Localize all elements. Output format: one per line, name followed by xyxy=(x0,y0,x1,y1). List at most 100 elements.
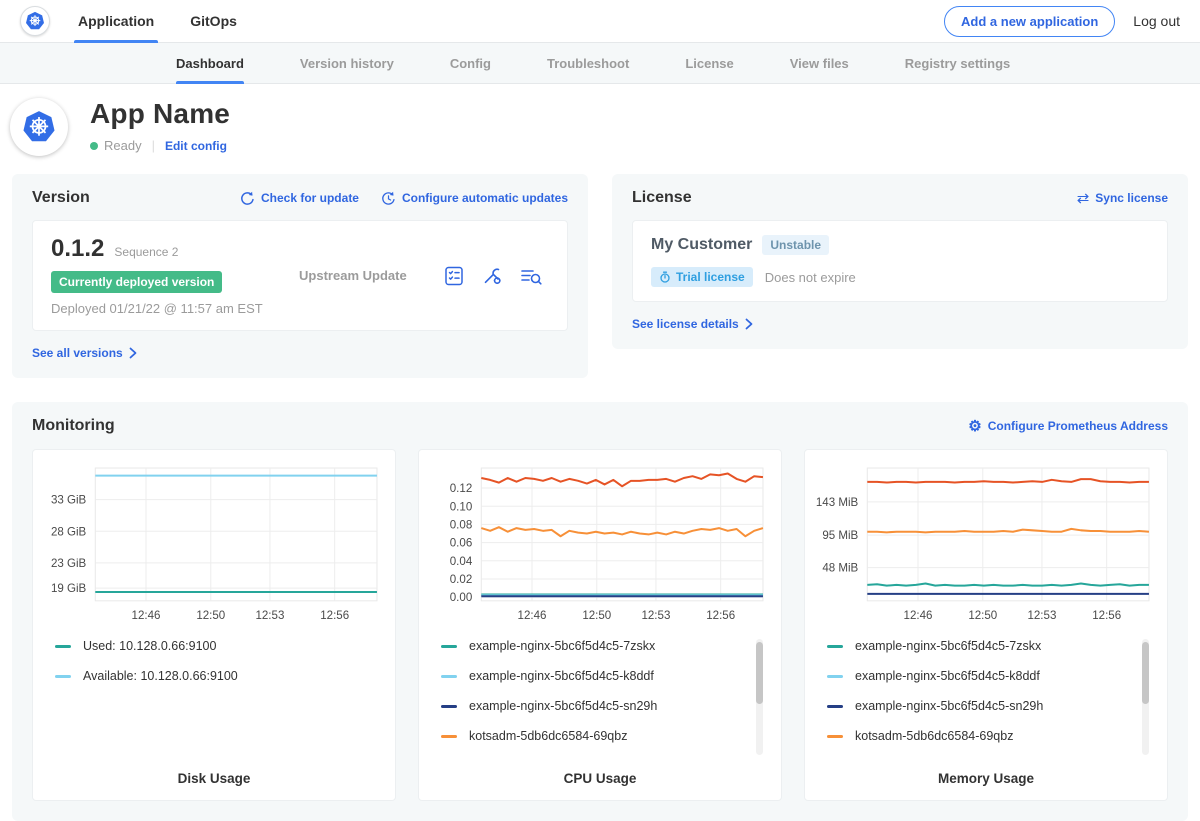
legend-item: example-nginx-5bc6f5d4c5-7zskx xyxy=(827,639,1131,653)
disk-usage-chart: 33 GiB28 GiB23 GiB19 GiB12:4612:5012:531… xyxy=(43,460,385,631)
customer-name: My Customer xyxy=(651,236,752,254)
app-status-text: Ready xyxy=(104,138,142,153)
legend-swatch xyxy=(441,675,457,678)
memory-usage-chart-title: Memory Usage xyxy=(815,765,1157,786)
see-all-versions-link[interactable]: See all versions xyxy=(32,346,137,360)
disk-usage-legend: Used: 10.128.0.66:9100Available: 10.128.… xyxy=(55,639,385,761)
version-number: 0.1.2 xyxy=(51,235,104,263)
cpu-usage-chart-title: CPU Usage xyxy=(429,765,771,786)
svg-text:12:53: 12:53 xyxy=(255,610,284,622)
app-subnav: Dashboard Version history Config Trouble… xyxy=(0,43,1200,84)
configure-automatic-updates-link[interactable]: Configure automatic updates xyxy=(381,191,568,206)
svg-text:143 MiB: 143 MiB xyxy=(816,497,859,509)
memory-usage-legend: example-nginx-5bc6f5d4c5-7zskx example-ng… xyxy=(827,639,1157,761)
legend-scrollbar-track[interactable] xyxy=(756,639,763,755)
tab-label: Registry settings xyxy=(905,56,1010,71)
divider: | xyxy=(152,138,155,153)
memory-usage-chart: 143 MiB95 MiB48 MiB12:4612:5012:5312:56 xyxy=(815,460,1157,631)
app-header: App Name Ready | Edit config xyxy=(0,84,1200,168)
disk-usage-chart-panel: 33 GiB28 GiB23 GiB19 GiB12:4612:5012:531… xyxy=(32,449,396,801)
legend-item: example-nginx-5bc6f5d4c5-sn29h xyxy=(827,699,1131,713)
legend-label: example-nginx-5bc6f5d4c5-7zskx xyxy=(855,639,1041,653)
svg-text:12:50: 12:50 xyxy=(968,610,997,622)
license-type-badge: Trial license xyxy=(651,267,753,287)
legend-label: kotsadm-5db6dc6584-69qbz xyxy=(855,729,1013,743)
svg-text:28 GiB: 28 GiB xyxy=(51,526,87,538)
legend-swatch xyxy=(827,675,843,678)
logout-link[interactable]: Log out xyxy=(1133,13,1180,29)
legend-item: kotsadm-5db6dc6584-69qbz xyxy=(827,729,1131,743)
svg-text:12:46: 12:46 xyxy=(518,610,547,622)
cpu-usage-chart-panel: 0.120.100.080.060.040.020.0012:4612:5012… xyxy=(418,449,782,801)
svg-text:12:46: 12:46 xyxy=(132,610,161,622)
svg-text:0.08: 0.08 xyxy=(450,519,472,531)
legend-scrollbar-track[interactable] xyxy=(1142,639,1149,755)
timer-icon xyxy=(659,271,671,283)
disk-usage-chart-title: Disk Usage xyxy=(43,765,385,786)
svg-text:12:53: 12:53 xyxy=(1027,610,1056,622)
svg-text:12:50: 12:50 xyxy=(582,610,611,622)
sync-license-link[interactable]: ⇄ Sync license xyxy=(1077,191,1168,206)
legend-swatch xyxy=(441,705,457,708)
svg-text:95 MiB: 95 MiB xyxy=(822,530,858,542)
legend-label: example-nginx-5bc6f5d4c5-7zskx xyxy=(469,639,655,653)
svg-text:0.04: 0.04 xyxy=(450,556,473,568)
legend-swatch xyxy=(55,675,71,678)
legend-item: Used: 10.128.0.66:9100 xyxy=(55,639,359,653)
tab-view-files[interactable]: View files xyxy=(790,43,849,84)
gear-icon: ⚙ xyxy=(968,419,981,434)
tab-label: Troubleshoot xyxy=(547,56,629,71)
edit-config-icon[interactable] xyxy=(481,265,503,287)
nav-tab-application[interactable]: Application xyxy=(78,0,154,43)
legend-scrollbar-thumb[interactable] xyxy=(756,642,763,704)
svg-text:48 MiB: 48 MiB xyxy=(822,563,858,575)
legend-swatch xyxy=(827,645,843,648)
tab-label: Config xyxy=(450,56,491,71)
edit-config-link[interactable]: Edit config xyxy=(165,139,227,153)
legend-scrollbar-thumb[interactable] xyxy=(1142,642,1149,704)
view-diff-icon[interactable] xyxy=(519,265,543,287)
tab-registry-settings[interactable]: Registry settings xyxy=(905,43,1010,84)
svg-text:12:53: 12:53 xyxy=(641,610,670,622)
app-kubernetes-icon xyxy=(10,98,68,156)
tab-config[interactable]: Config xyxy=(450,43,491,84)
tab-license[interactable]: License xyxy=(685,43,733,84)
legend-swatch xyxy=(441,735,457,738)
legend-swatch xyxy=(827,705,843,708)
svg-text:12:50: 12:50 xyxy=(196,610,225,622)
cpu-usage-chart: 0.120.100.080.060.040.020.0012:4612:5012… xyxy=(429,460,771,631)
tab-troubleshoot[interactable]: Troubleshoot xyxy=(547,43,629,84)
legend-label: example-nginx-5bc6f5d4c5-sn29h xyxy=(855,699,1043,713)
version-card: Version Check for update xyxy=(12,174,588,378)
svg-text:12:56: 12:56 xyxy=(1092,610,1121,622)
legend-swatch xyxy=(441,645,457,648)
legend-swatch xyxy=(55,645,71,648)
legend-label: example-nginx-5bc6f5d4c5-k8ddf xyxy=(469,669,654,683)
legend-label: example-nginx-5bc6f5d4c5-sn29h xyxy=(469,699,657,713)
configure-prometheus-link[interactable]: ⚙ Configure Prometheus Address xyxy=(968,419,1168,434)
refresh-icon xyxy=(240,191,255,206)
sequence-label: Sequence 2 xyxy=(114,245,178,259)
svg-text:0.00: 0.00 xyxy=(450,592,472,604)
deployed-timestamp: Deployed 01/21/22 @ 11:57 am EST xyxy=(51,301,263,316)
tab-label: View files xyxy=(790,56,849,71)
kubernetes-logo-icon[interactable] xyxy=(20,6,50,36)
monitoring-title: Monitoring xyxy=(32,417,115,435)
svg-text:0.10: 0.10 xyxy=(450,501,472,513)
preflight-checks-icon[interactable] xyxy=(443,265,465,287)
add-new-application-button[interactable]: Add a new application xyxy=(944,6,1115,37)
svg-text:12:56: 12:56 xyxy=(706,610,735,622)
check-for-update-link[interactable]: Check for update xyxy=(240,191,359,206)
legend-item: example-nginx-5bc6f5d4c5-k8ddf xyxy=(441,669,745,683)
nav-tab-gitops[interactable]: GitOps xyxy=(190,0,237,43)
license-expiry-text: Does not expire xyxy=(765,270,856,285)
tab-dashboard[interactable]: Dashboard xyxy=(176,43,244,84)
license-card-title: License xyxy=(632,189,692,207)
legend-item: example-nginx-5bc6f5d4c5-7zskx xyxy=(441,639,745,653)
cpu-usage-legend: example-nginx-5bc6f5d4c5-7zskx example-ng… xyxy=(441,639,771,761)
nav-tab-label: GitOps xyxy=(190,13,237,29)
see-license-details-link[interactable]: See license details xyxy=(632,317,753,331)
legend-label: example-nginx-5bc6f5d4c5-k8ddf xyxy=(855,669,1040,683)
tab-version-history[interactable]: Version history xyxy=(300,43,394,84)
svg-text:23 GiB: 23 GiB xyxy=(51,558,87,570)
